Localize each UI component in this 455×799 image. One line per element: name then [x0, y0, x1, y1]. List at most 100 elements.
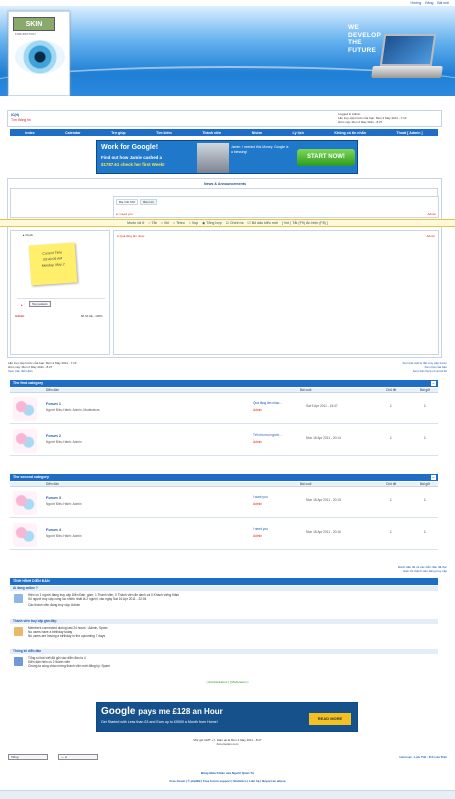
forum-icon: [13, 429, 37, 453]
collapse-icon[interactable]: −: [431, 475, 436, 480]
tab-new-posts[interactable]: Bài Viết Mới: [116, 199, 139, 205]
login-info: Logged in Admin Lần truy cập trước của b…: [338, 112, 406, 124]
post-count: 1: [424, 498, 426, 502]
nav-calendar[interactable]: Calendar: [65, 131, 80, 135]
forum-row[interactable]: Forum 3 Người Điều Hành: Admin I want yo…: [10, 488, 438, 518]
online-text: Hiện có 1 người đang truy cập Diễn Đàn, …: [10, 591, 438, 608]
toolbar-radio[interactable]: ○ Vop: [189, 221, 198, 225]
top-link-register[interactable]: Đăng: [425, 1, 433, 5]
last-post-title[interactable]: I want you: [253, 495, 268, 499]
nav-logout[interactable]: Thoát [ Admin ]: [396, 131, 422, 135]
style-select[interactable]: --- vi: [58, 754, 98, 760]
forum-name[interactable]: Forum 1: [46, 402, 61, 406]
google-ad-banner-2[interactable]: Google pays me £128 an Hour Get Started …: [96, 702, 358, 732]
last-post-user[interactable]: Admin: [253, 502, 262, 506]
forum-title: IC(H): [11, 113, 20, 117]
nav-help[interactable]: Trợ giúp: [111, 131, 126, 135]
toolbar-radio[interactable]: ○ Tắt: [148, 221, 156, 225]
recent-section: Thành viên truy cập gần đây: Members con…: [10, 619, 438, 639]
recent-text: Members connected during last 24 hours :…: [10, 624, 438, 639]
toolbar-item: Muốn xã ở: [127, 221, 145, 225]
last-post-title[interactable]: Tết cho mọi người...: [253, 433, 282, 437]
category-header[interactable]: The first category −: [10, 380, 438, 387]
language-select[interactable]: Tiếng: [8, 754, 48, 760]
category-header[interactable]: The second category −: [10, 474, 438, 481]
last-post-date: Mon 18 Apr 2011 - 20:15: [306, 498, 341, 502]
toolbar-radio[interactable]: ○ Teleo: [173, 221, 185, 225]
bottom-right-links[interactable]: Liên Lạc - Lưu Trữ - Trở Lên Trên: [400, 755, 447, 759]
top-posters-select[interactable]: Top posters: [29, 301, 51, 307]
nav-profile[interactable]: Lý lịch: [292, 131, 303, 135]
col-last-post: Bài cuối: [300, 482, 312, 486]
google-ad-banner[interactable]: Work for Google! Find out how Jamie cash…: [96, 140, 358, 174]
forum-moderators: Người Điều Hành: Admin: [46, 502, 82, 506]
forum-icon: [13, 397, 37, 421]
col-topics: Chủ đề: [386, 388, 397, 392]
top-poster-name[interactable]: Admin: [15, 314, 24, 318]
search-links: Xem bài viết từ lần truy cập trước Xem b…: [402, 361, 447, 374]
forum-row[interactable]: Forum 4 Người Điều Hành: Admin I need yo…: [10, 520, 438, 550]
forum-name[interactable]: Forum 2: [46, 434, 61, 438]
nav-groups[interactable]: Nhóm: [252, 131, 262, 135]
toolbar-radio[interactable]: ◉ Tổng hợp: [202, 221, 222, 225]
last-post-user[interactable]: Admin: [253, 408, 262, 412]
user-box: IC(H) Tìm thông tin Logged in Admin Lần …: [7, 110, 442, 127]
ad-headline: Work for Google!: [101, 144, 159, 151]
top-posters-row: ▸ Top posters: [17, 298, 105, 310]
show-online-link[interactable]: Hiển thị thành viên đang truy cập: [403, 569, 447, 573]
forum-row[interactable]: Forum 1 Người Điều Hành: Admin, Moderato…: [10, 394, 438, 424]
stats-line: Chúng ta cùng chào mừng thành viên mới đ…: [28, 664, 110, 669]
link-unanswered[interactable]: Xem bài chưa có ai trả lời: [413, 369, 447, 373]
nav-members[interactable]: Thành viên: [202, 131, 221, 135]
post-count: 1: [424, 436, 426, 440]
view-forum-link[interactable]: Xem trên diễn đàn: [8, 369, 33, 373]
nav-search[interactable]: Tìm kiếm: [156, 131, 172, 135]
logo-box[interactable]: SKIN FORUMOTION: [8, 11, 70, 96]
column-headers: Diễn đàn Bài cuối Chủ đề Bài gửi: [10, 482, 438, 487]
top-link-help[interactable]: Hướng: [411, 1, 422, 5]
footer-links[interactable]: Free forum | © phpBB | Free forum suppor…: [0, 779, 455, 783]
nav-index[interactable]: Index: [25, 131, 34, 135]
toolbar-checkbox[interactable]: ☑ Chính ta: [226, 221, 244, 225]
tab-latest[interactable]: Bài mới: [140, 199, 157, 205]
forum-name[interactable]: Forum 3: [46, 496, 61, 500]
news-item[interactable]: ● I need you: [116, 212, 133, 216]
news-item-user[interactable]: Admin: [427, 212, 436, 216]
ad-start-button[interactable]: START NOW!: [297, 149, 355, 166]
right-news-item[interactable]: ● Quà tặng âm nhạc: [117, 234, 144, 238]
header-banner: SKIN FORUMOTION WE DEVELOP THE FUTURE: [0, 6, 455, 96]
stats-icon: [14, 657, 23, 666]
ad2-read-more-button[interactable]: READ MORE: [309, 713, 351, 725]
forum-subtitle: Tìm thông tin: [11, 118, 31, 122]
stats-text: Tổng số bài viết đã gửi vào diễn đàn là …: [10, 654, 438, 669]
toolbar-item[interactable]: [ Vnt | Tắt (F9) Ẩn hiện (F8) ]: [282, 221, 328, 225]
col-topics: Chủ đề: [386, 482, 397, 486]
nav-messages[interactable]: Không có tin nhắn: [334, 131, 366, 135]
column-headers: Diễn đàn Bài cuối Chủ đề Bài gửi: [10, 388, 438, 393]
toolbar-radio[interactable]: ○ Vbl: [161, 221, 169, 225]
col-posts: Bài gửi: [420, 388, 431, 392]
slogan-line: WE: [348, 24, 360, 31]
forum-moderators: Người Điều Hành: Admin: [46, 534, 82, 538]
forum-icon: [13, 491, 37, 515]
top-link-new[interactable]: Bài mới: [437, 1, 449, 5]
online-icon: [14, 594, 23, 603]
post-count: 1: [424, 530, 426, 534]
right-news-user[interactable]: Admin: [426, 234, 435, 238]
logo-text: SKIN: [13, 17, 55, 31]
collapse-icon[interactable]: −: [431, 381, 436, 386]
topic-count: 1: [390, 530, 392, 534]
last-post-title[interactable]: Quà tặng âm nhạc...: [253, 401, 282, 405]
main-nav: Index Calendar Trợ giúp Tìm kiếm Thành v…: [10, 129, 438, 136]
forum-name[interactable]: Forum 4: [46, 528, 61, 532]
footer-bar: [0, 790, 455, 799]
col-last-post: Bài cuối: [300, 388, 312, 392]
forum-row[interactable]: Forum 2 Người Điều Hành: Admin Tết cho m…: [10, 426, 438, 456]
admin-panel-link[interactable]: Đăng Điều Khiển của Người Quản Trị: [0, 771, 455, 775]
toolbar-checkbox[interactable]: ☑ Bỏ dấu kiểu mới: [248, 221, 278, 225]
last-post-title[interactable]: I need you: [253, 527, 268, 531]
last-post-user[interactable]: Admin: [253, 534, 262, 538]
topic-count: 1: [390, 436, 392, 440]
last-post-user[interactable]: Admin: [253, 440, 262, 444]
topic-count: 1: [390, 404, 392, 408]
